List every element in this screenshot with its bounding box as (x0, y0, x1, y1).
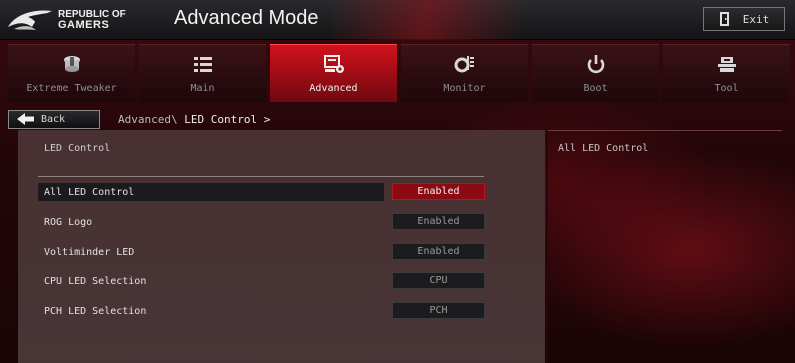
exit-button[interactable]: Exit (703, 7, 785, 31)
setting-row-voltiminder-led[interactable]: Voltiminder LED (38, 243, 384, 261)
brand-line2: GAMERS (58, 19, 110, 31)
tab-extreme-tweaker[interactable]: Extreme Tweaker (8, 44, 135, 102)
tab-label: Boot (583, 83, 608, 94)
setting-row-cpu-led-selection[interactable]: CPU LED Selection (38, 272, 384, 290)
tab-label: Main (190, 83, 215, 94)
tab-label: Tool (714, 83, 739, 94)
setting-row-rog-logo[interactable]: ROG Logo (38, 213, 384, 231)
tab-advanced[interactable]: Advanced (270, 44, 397, 102)
help-description: All LED Control (558, 143, 649, 154)
cpu-led-selection-value-button[interactable]: CPU (392, 272, 485, 289)
rog-eye-icon (8, 10, 52, 30)
title-bar: REPUBLIC OF GAMERS Advanced Mode Exit (0, 0, 795, 40)
tweaker-icon (63, 56, 80, 72)
power-icon (587, 55, 604, 74)
breadcrumb-bar: Back Advanced\ LED Control > (8, 108, 548, 130)
setting-label: ROG Logo (44, 216, 93, 228)
tab-tool[interactable]: Tool (663, 44, 790, 102)
setting-label: All LED Control (44, 186, 135, 198)
tab-main[interactable]: Main (139, 44, 266, 102)
voltiminder-led-value-button[interactable]: Enabled (392, 243, 485, 260)
exit-label: Exit (742, 12, 770, 26)
back-button[interactable]: Back (8, 109, 100, 129)
setting-label: CPU LED Selection (44, 275, 147, 287)
breadcrumb-current: LED Control > (184, 112, 271, 126)
breadcrumb-parent[interactable]: Advanced\ (118, 113, 178, 126)
main-tabs: Extreme Tweaker Main Advanced Monitor Bo… (8, 44, 795, 104)
list-icon (193, 57, 212, 72)
tab-label: Monitor (443, 83, 486, 94)
tab-label: Advanced (309, 83, 358, 94)
rog-logo: REPUBLIC OF GAMERS (6, 4, 156, 36)
title-stripe (330, 0, 570, 40)
monitor-icon (454, 56, 474, 73)
section-divider (38, 176, 484, 177)
setting-label: PCH LED Selection (44, 305, 147, 317)
setting-row-pch-led-selection[interactable]: PCH LED Selection (38, 302, 384, 320)
help-divider (548, 130, 782, 131)
section-title: LED Control (44, 143, 111, 154)
setting-row-all-led-control[interactable]: All LED Control (38, 183, 384, 201)
breadcrumb: Advanced\ LED Control > (118, 113, 270, 126)
tab-label: Extreme Tweaker (26, 83, 117, 94)
rog-wordmark: REPUBLIC OF GAMERS (58, 10, 126, 31)
back-arrow-icon (17, 113, 34, 125)
panel-divider (546, 130, 548, 363)
setting-label: Voltiminder LED (44, 246, 135, 258)
tab-boot[interactable]: Boot (532, 44, 659, 102)
back-label: Back (41, 113, 66, 125)
advanced-icon (323, 55, 344, 73)
page-title: Advanced Mode (174, 7, 319, 29)
all-led-control-value-button[interactable]: Enabled (392, 183, 485, 200)
tab-monitor[interactable]: Monitor (401, 44, 528, 102)
rog-logo-value-button[interactable]: Enabled (392, 213, 485, 230)
exit-door-icon (719, 12, 729, 26)
pch-led-selection-value-button[interactable]: PCH (392, 302, 485, 319)
tool-icon (717, 57, 736, 72)
